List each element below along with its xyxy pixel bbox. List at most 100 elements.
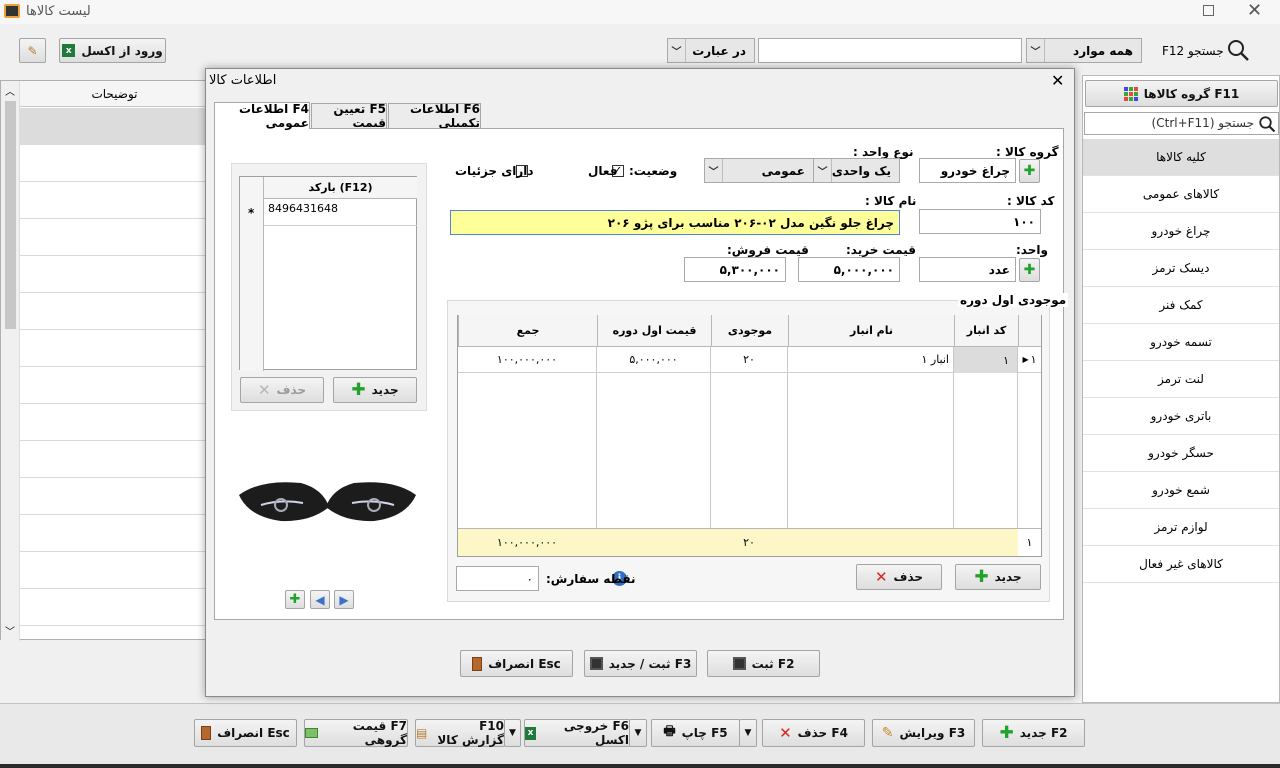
sidebar-item-all[interactable]: کلیه کالاها (1083, 139, 1279, 176)
table-row[interactable] (20, 293, 207, 330)
window-title: لیست کالاها (26, 4, 91, 19)
table-rows (20, 145, 209, 641)
table-row[interactable] (20, 182, 207, 219)
selected-row[interactable] (20, 108, 209, 145)
dialog-cancel-button[interactable]: Esc انصراف (460, 650, 573, 677)
save-button[interactable]: F2 ثبت (707, 650, 820, 677)
table-row[interactable] (20, 256, 207, 293)
sidebar-search-input[interactable]: جستجو (Ctrl+F11) (1152, 116, 1254, 130)
table-row[interactable] (20, 589, 207, 626)
barcode-header[interactable]: (F12) بارکد (264, 177, 417, 199)
table-row[interactable] (20, 552, 207, 589)
sidebar-item[interactable]: کالاهای عمومی (1083, 176, 1279, 213)
group-button[interactable]: F11 گروه کالاها (1085, 80, 1278, 107)
door-icon (472, 656, 483, 671)
unit-category-select[interactable]: عمومی ﹀ (704, 158, 814, 183)
sidebar-search[interactable]: جستجو (Ctrl+F11) (1084, 112, 1279, 135)
group-add-button[interactable]: ✚ (1019, 159, 1040, 183)
reorder-field[interactable]: ۰ (456, 566, 539, 591)
restore-icon[interactable] (1203, 5, 1214, 16)
group-price-button[interactable]: F7 قیمت گروهی (304, 719, 408, 747)
excel-dropdown-arrow[interactable]: ▼ (629, 719, 647, 747)
sidebar-item[interactable]: باتری خودرو (1083, 398, 1279, 435)
row-qty[interactable]: ۲۰ (711, 346, 787, 373)
stock-header-total[interactable]: جمع (458, 315, 597, 346)
table-row[interactable] (20, 441, 207, 478)
unit-type-select[interactable]: یک واحدی ﹀ (813, 158, 900, 183)
table-row[interactable] (20, 330, 207, 367)
delete-button[interactable]: F4 حذف ✕ (762, 719, 865, 747)
stock-header-name[interactable]: نام انبار (788, 315, 954, 346)
sidebar-item[interactable]: شمع خودرو (1083, 472, 1279, 509)
image-add-button[interactable]: ✚ (285, 590, 305, 609)
code-label: کد کالا : (1007, 194, 1055, 208)
image-prev-button[interactable]: ◀ (310, 590, 330, 609)
unit-add-button[interactable]: ✚ (1019, 258, 1040, 282)
stock-new-button[interactable]: جدید ✚ (955, 564, 1041, 590)
dialog-title: اطلاعات کالا (209, 73, 277, 88)
footer-index: ۱ (1018, 528, 1041, 556)
money-icon (305, 728, 318, 738)
tab-extra[interactable]: F6 اطلاعات تکمیلی (388, 102, 481, 130)
print-button[interactable]: F5 چاپ 🖶 (651, 719, 740, 747)
row-price[interactable]: ۵,۰۰۰,۰۰۰ (597, 346, 710, 373)
sell-price-field[interactable]: ۵,۳۰۰,۰۰۰ (684, 257, 786, 282)
close-icon[interactable]: ✕ (1247, 0, 1262, 21)
report-dropdown-arrow[interactable]: ▼ (504, 719, 521, 747)
save-new-button[interactable]: F3 ثبت / جدید (584, 650, 697, 677)
sidebar-item[interactable]: دیسک ترمز (1083, 250, 1279, 287)
row-code[interactable]: ۱ (954, 347, 1017, 373)
import-excel-button[interactable]: ورود از اکسل x (59, 38, 166, 63)
stock-header-price[interactable]: قیمت اول دوره (597, 315, 711, 346)
sidebar-item[interactable]: لوازم ترمز (1083, 509, 1279, 546)
scrollbar[interactable]: ︿ ﹀ (1, 81, 20, 641)
sidebar-item[interactable]: لنت ترمز (1083, 361, 1279, 398)
main-table: ︿ ﹀ توضیحات (0, 80, 209, 641)
print-dropdown-arrow[interactable]: ▼ (739, 719, 757, 747)
in-phrase-select[interactable]: در عبارت ﹀ (667, 38, 755, 63)
tab-general[interactable]: F4 اطلاعات عمومی (214, 102, 310, 130)
excel-out-button[interactable]: F6 خروجی اکسل x (524, 719, 630, 747)
unit-field[interactable]: عدد (919, 257, 1016, 282)
row-name[interactable]: انبار ۱ (788, 346, 953, 373)
cancel-button[interactable]: Esc انصراف (194, 719, 297, 747)
sidebar-item[interactable]: چراغ خودرو (1083, 213, 1279, 250)
code-field[interactable]: ۱۰۰ (919, 209, 1041, 234)
column-header-description[interactable]: توضیحات (20, 81, 209, 107)
table-row[interactable] (20, 404, 207, 441)
barcode-cell[interactable]: 8496431648 (268, 202, 338, 215)
table-row[interactable] (20, 515, 207, 552)
stock-header-code[interactable]: کد انبار (954, 315, 1018, 346)
sidebar-item[interactable]: کالاهای غیر فعال (1083, 546, 1279, 583)
stock-delete-button[interactable]: حذف ✕ (856, 564, 942, 590)
group-field[interactable]: چراغ خودرو (919, 158, 1016, 183)
image-next-button[interactable]: ▶ (334, 590, 354, 609)
barcode-new-button[interactable]: جدید ✚ (333, 377, 417, 403)
stock-header-qty[interactable]: موجودی (711, 315, 788, 346)
name-field[interactable]: چراغ جلو نگین مدل ۰۲-۲۰۶ مناسب برای پژو … (450, 210, 900, 235)
sidebar-item[interactable]: تسمه خودرو (1083, 324, 1279, 361)
report-icon: ▤ (416, 726, 428, 740)
buy-price-label: قیمت خرید: (846, 243, 917, 257)
table-row[interactable] (20, 219, 207, 256)
paint-button[interactable]: ✎ (19, 38, 46, 63)
sidebar: F11 گروه کالاها جستجو (Ctrl+F11) کلیه کا… (1082, 75, 1280, 703)
search-icon[interactable] (1226, 38, 1250, 62)
sidebar-item[interactable]: کمک فنر (1083, 287, 1279, 324)
sidebar-item[interactable]: حسگر خودرو (1083, 435, 1279, 472)
product-image[interactable] (231, 417, 424, 585)
row-total[interactable]: ۱۰۰,۰۰۰,۰۰۰ (458, 346, 596, 373)
report-button[interactable]: F10 گزارش کالا ▤ (415, 719, 505, 747)
search-input[interactable] (758, 38, 1022, 63)
table-row[interactable] (20, 367, 207, 404)
edit-button[interactable]: F3 ویرایش ✎ (872, 719, 975, 747)
tab-pricing[interactable]: F5 تعیین قیمت (311, 102, 387, 130)
table-row[interactable] (20, 478, 207, 515)
door-icon (201, 726, 212, 740)
all-items-select[interactable]: همه موارد ﹀ (1026, 38, 1142, 63)
table-row[interactable] (20, 145, 207, 182)
close-icon[interactable]: ✕ (1051, 71, 1064, 90)
barcode-delete-button[interactable]: حذف ✕ (240, 377, 324, 403)
new-button[interactable]: F2 جدید ✚ (982, 719, 1085, 747)
buy-price-field[interactable]: ۵,۰۰۰,۰۰۰ (798, 257, 900, 282)
